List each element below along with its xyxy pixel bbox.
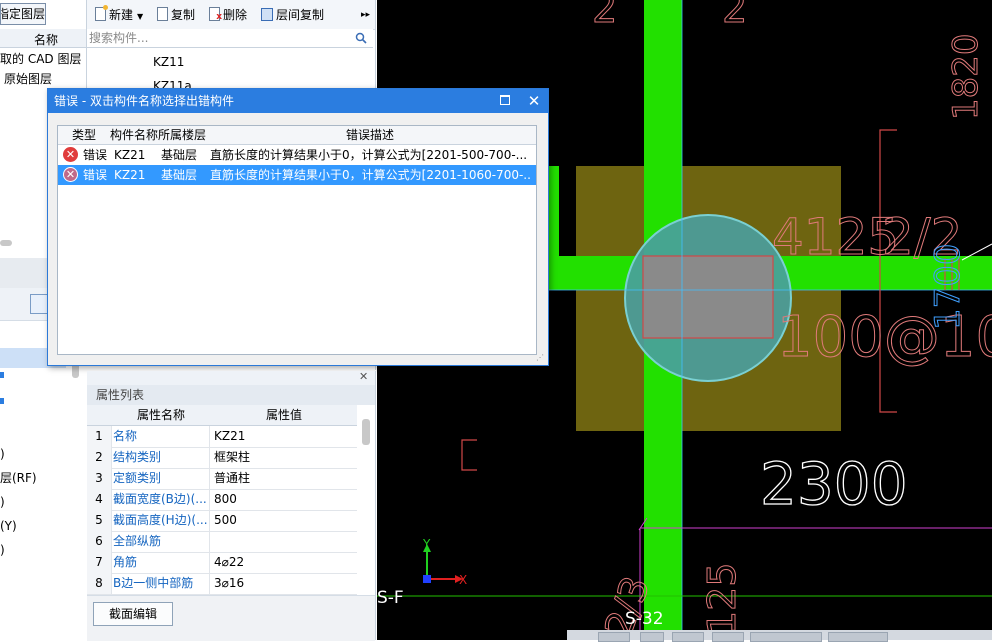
status-button[interactable] [712, 632, 744, 642]
component-item-kz11[interactable]: KZ11 [153, 52, 184, 72]
new-file-icon [95, 5, 108, 21]
col-name[interactable]: 构件名称 [110, 126, 158, 144]
floor-marker-icon [0, 398, 4, 404]
search-icon[interactable] [355, 32, 367, 44]
error-icon: ✕ [63, 147, 78, 162]
delete-button[interactable]: x 删除 [209, 6, 247, 24]
error-row-selected[interactable]: ✕ 错误 KZ21 基础层 直筋长度的计算结果小于0，计算公式为[2201-10… [58, 165, 536, 185]
error-table: 类型 构件名称 所属楼层 错误描述 ✕ 错误 KZ21 基础层 直筋长度的计算结… [57, 125, 537, 355]
delete-icon: x [209, 7, 222, 22]
property-row[interactable]: 6 全部纵筋 [87, 531, 357, 553]
component-toolbar: 新建 ▼ 复制 x 删除 层间复制 ▸▸ [87, 0, 375, 30]
floor-item-y[interactable]: (Y) [0, 516, 17, 536]
floor-item[interactable]: ) [0, 540, 5, 560]
maximize-icon[interactable] [500, 95, 510, 105]
layer-column-name: 名称 [34, 33, 59, 47]
status-button[interactable] [640, 632, 664, 642]
floor-item[interactable]: ) [0, 444, 5, 464]
cad-text-125: 125 [700, 562, 744, 635]
property-row[interactable]: 8 B边一侧中部筋 3⌀16 [87, 573, 357, 595]
floor-copy-icon [261, 8, 273, 21]
ucs-label-x: X [459, 573, 467, 587]
error-dialog-titlebar[interactable]: 错误 - 双击构件名称选择出错构件 ✕ [48, 89, 548, 113]
property-row[interactable]: 5 截面高度(H边)(... 500 [87, 510, 357, 532]
property-row[interactable]: 1 名称 KZ21 [87, 426, 357, 448]
col-desc[interactable]: 错误描述 [346, 126, 394, 144]
new-button[interactable]: 新建 ▼ [95, 5, 143, 24]
property-panel-title: 属性列表 [87, 385, 375, 405]
floor-item-rf[interactable]: 层(RF) [0, 468, 37, 488]
toolbar-more-icon[interactable]: ▸▸ [361, 6, 370, 24]
status-button[interactable] [672, 632, 704, 642]
cad-text-4125: 4125 [772, 208, 899, 266]
dropdown-arrow-icon[interactable]: ▼ [137, 12, 143, 21]
error-icon: ✕ [63, 167, 78, 182]
status-button[interactable] [750, 632, 822, 642]
resize-grip-icon[interactable]: ⋰ [536, 353, 546, 363]
component-search-input[interactable] [89, 30, 349, 46]
layer-column-header: 名称 [0, 29, 86, 48]
property-panel-footer: 截面编辑 [87, 595, 375, 641]
copy-button[interactable]: 复制 [157, 6, 195, 24]
layer-item-cad[interactable]: 取的 CAD 图层 [0, 49, 86, 69]
error-table-header: 类型 构件名称 所属楼层 错误描述 [58, 126, 536, 145]
col-property-value: 属性值 [265, 408, 302, 422]
close-icon[interactable]: ✕ [526, 89, 542, 113]
error-row[interactable]: ✕ 错误 KZ21 基础层 直筋长度的计算结果小于0，计算公式为[2201-50… [58, 145, 536, 165]
error-dialog-title: 错误 - 双击构件名称选择出错构件 [54, 94, 234, 108]
property-panel-header: ✕ [87, 370, 375, 385]
copy-icon [157, 7, 168, 21]
cad-text-2-top2: 2 [722, 0, 747, 32]
close-icon[interactable]: ✕ [359, 370, 371, 384]
error-dialog: 错误 - 双击构件名称选择出错构件 ✕ 类型 构件名称 所属楼层 错误描述 ✕ … [47, 88, 549, 366]
property-row[interactable]: 4 截面宽度(B边)(... 800 [87, 489, 357, 511]
floor-copy-button[interactable]: 层间复制 [261, 6, 324, 24]
property-panel: ✕ 属性列表 属性名称 属性值 1 名称 KZ21 2 结构类别 框架柱 3 定额类别 普通… [87, 370, 376, 641]
property-row[interactable]: 3 定额类别 普通柱 [87, 468, 357, 490]
floor-marker-icon [0, 372, 4, 378]
cad-text-1700: 1700 [928, 243, 968, 330]
cad-text-sf: S-F [377, 588, 404, 608]
cad-text-s32: S-32 [625, 609, 664, 629]
cad-text-2300: 2300 [760, 450, 908, 518]
col-floor[interactable]: 所属楼层 [158, 126, 206, 144]
col-property-name: 属性名称 [136, 408, 185, 422]
cad-text-1820: 1820 [946, 33, 986, 120]
floor-item[interactable]: ) [0, 492, 5, 512]
cad-text-2-top: 2 [592, 0, 617, 32]
section-edit-button[interactable]: 截面编辑 [93, 602, 173, 626]
layer-scrollbar[interactable] [0, 240, 12, 246]
ucs-label-y: Y [422, 537, 431, 551]
specify-layer-button[interactable]: 指定图层 [0, 3, 46, 25]
status-button[interactable] [828, 632, 888, 642]
column-rect [642, 255, 774, 339]
col-type[interactable]: 类型 [72, 126, 96, 144]
property-scrollbar[interactable] [362, 419, 370, 445]
layer-item-original[interactable]: 原始图层 [4, 69, 90, 89]
property-table-header: 属性名称 属性值 [87, 405, 357, 426]
status-button[interactable] [598, 632, 630, 642]
component-search [87, 29, 373, 48]
property-row[interactable]: 2 结构类别 框架柱 [87, 447, 357, 469]
property-row[interactable]: 7 角筋 4⌀22 [87, 552, 357, 574]
